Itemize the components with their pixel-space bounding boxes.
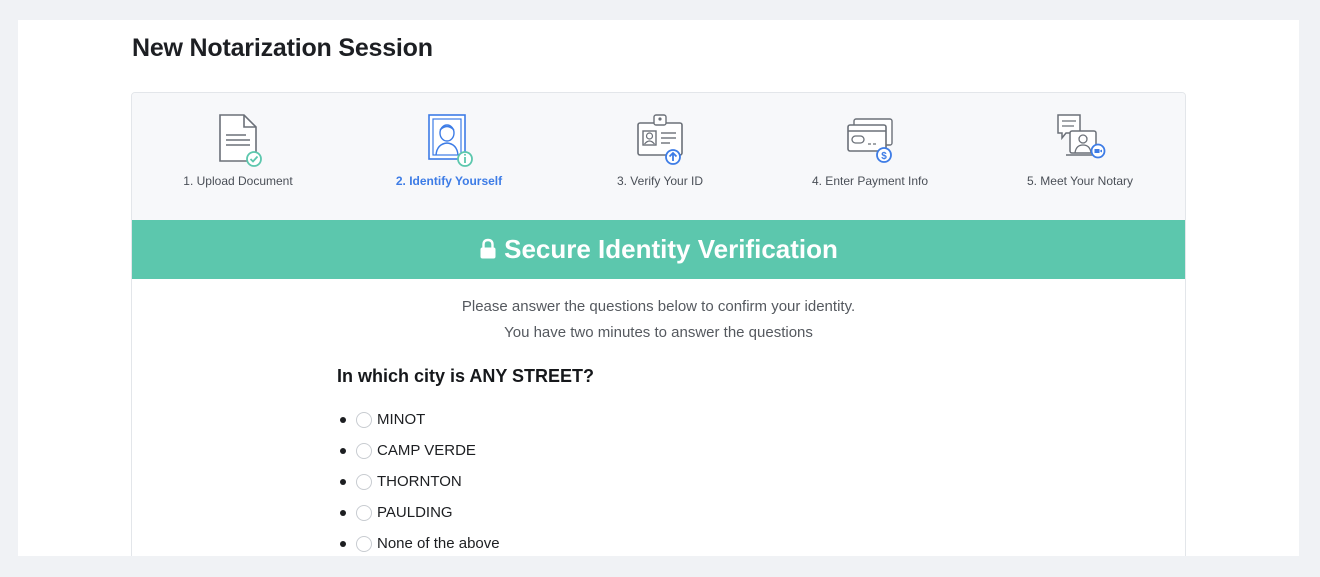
radio-button[interactable] [356, 411, 372, 428]
step-upload-document[interactable]: 1. Upload Document [138, 93, 338, 220]
answer-option[interactable]: THORNTON [340, 466, 500, 497]
banner-title: Secure Identity Verification [504, 234, 838, 264]
answer-option[interactable]: CAMP VERDE [340, 435, 500, 466]
step-payment-info[interactable]: $ 4. Enter Payment Info [770, 93, 970, 220]
answer-label[interactable]: PAULDING [377, 504, 453, 521]
session-card: 1. Upload Document 2. Identify Yourself [131, 92, 1186, 556]
answer-option[interactable]: MINOT [340, 404, 500, 435]
step-label: 2. Identify Yourself [395, 174, 503, 188]
step-identify-yourself[interactable]: 2. Identify Yourself [349, 93, 549, 220]
video-call-icon [1057, 114, 1106, 159]
answer-label[interactable]: None of the above [377, 535, 500, 552]
step-label: 5. Meet Your Notary [1026, 174, 1134, 188]
bullet-icon [340, 447, 346, 454]
step-meet-notary[interactable]: 5. Meet Your Notary [980, 93, 1180, 220]
radio-button[interactable] [356, 473, 372, 490]
step-verify-id[interactable]: 3. Verify Your ID [560, 93, 760, 220]
step-label: 1. Upload Document [183, 174, 293, 188]
answer-option[interactable]: PAULDING [340, 497, 500, 528]
bullet-icon [340, 509, 346, 516]
lock-icon [480, 238, 496, 258]
radio-button[interactable] [356, 535, 372, 552]
question-text: In which city is ANY STREET? [337, 366, 595, 386]
bullet-icon [340, 540, 346, 547]
secure-verification-banner: Secure Identity Verification [132, 220, 1185, 279]
answer-options: MINOT CAMP VERDE THORNTON PAULDING None [340, 404, 500, 556]
radio-button[interactable] [356, 504, 372, 521]
credit-card-icon: $ [847, 118, 893, 163]
step-label: 3. Verify Your ID [616, 174, 704, 188]
answer-option[interactable]: None of the above [340, 528, 500, 556]
page-title: New Notarization Session [132, 34, 433, 62]
answer-label[interactable]: MINOT [377, 411, 425, 428]
person-portrait-icon [428, 114, 473, 167]
intro-text: Please answer the questions below to con… [461, 298, 856, 315]
page-container: New Notarization Session 1. Upload Docum… [18, 20, 1299, 556]
radio-button[interactable] [356, 442, 372, 459]
time-limit-text: You have two minutes to answer the quest… [504, 324, 813, 341]
answer-label[interactable]: CAMP VERDE [377, 442, 476, 459]
id-card-upload-icon [637, 114, 683, 165]
progress-steps: 1. Upload Document 2. Identify Yourself [132, 93, 1185, 220]
document-check-icon [219, 114, 262, 167]
answer-label[interactable]: THORNTON [377, 473, 462, 490]
bullet-icon [340, 478, 346, 485]
bullet-icon [340, 416, 346, 423]
svg-text:$: $ [881, 151, 887, 162]
step-label: 4. Enter Payment Info [811, 174, 929, 188]
